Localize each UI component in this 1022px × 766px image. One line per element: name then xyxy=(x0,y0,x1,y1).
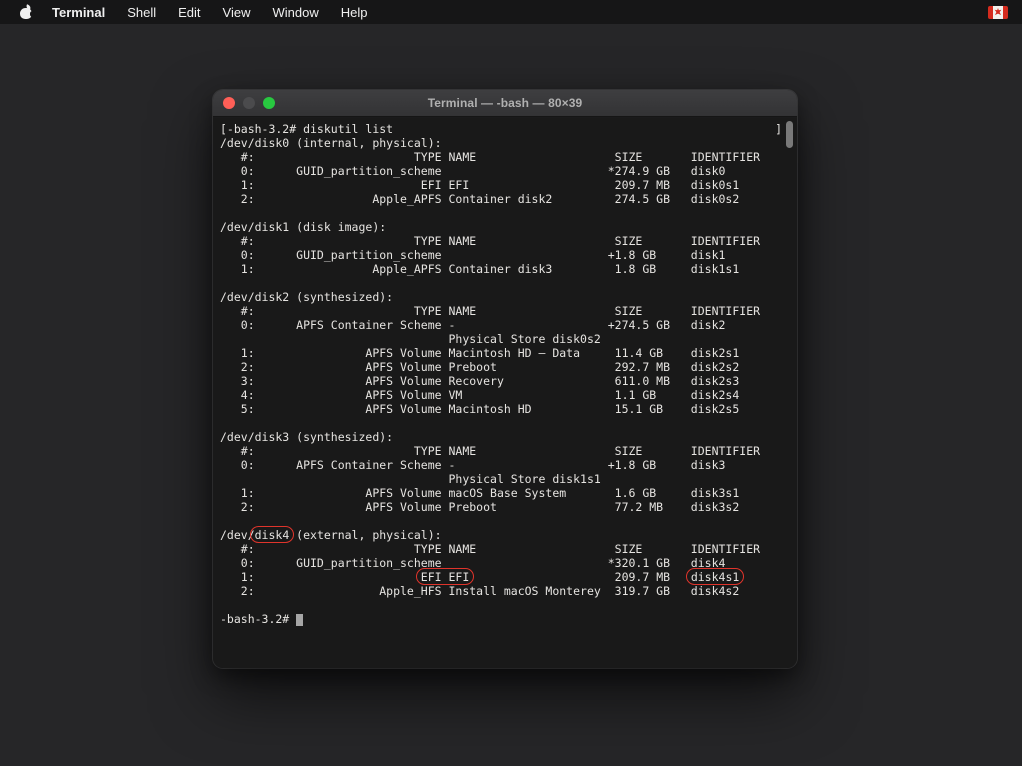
terminal-text: #: TYPE NAME SIZE IDENTIFIER xyxy=(220,234,760,248)
terminal-line xyxy=(220,206,797,220)
terminal-text: Physical Store disk0s2 xyxy=(220,332,601,346)
terminal-line: 2: Apple_HFS Install macOS Monterey 319.… xyxy=(220,584,797,598)
terminal-line: #: TYPE NAME SIZE IDENTIFIER xyxy=(220,150,797,164)
terminal-line: 2: Apple_APFS Container disk2 274.5 GB d… xyxy=(220,192,797,206)
terminal-line: Physical Store disk0s2 xyxy=(220,332,797,346)
terminal-line: 3: APFS Volume Recovery 611.0 MB disk2s3 xyxy=(220,374,797,388)
terminal-line: 2: APFS Volume Preboot 77.2 MB disk3s2 xyxy=(220,500,797,514)
terminal-text: /dev/disk2 (synthesized): xyxy=(220,290,393,304)
terminal-line: #: TYPE NAME SIZE IDENTIFIER xyxy=(220,304,797,318)
terminal-text: 0: APFS Container Scheme - +1.8 GB disk3 xyxy=(220,458,725,472)
terminal-text: Physical Store disk1s1 xyxy=(220,472,601,486)
close-button[interactable] xyxy=(223,97,235,109)
terminal-text: 1: APFS Volume Macintosh HD — Data 11.4 … xyxy=(220,346,739,360)
terminal-line xyxy=(220,416,797,430)
terminal-line: [-bash-3.2# diskutil list xyxy=(220,122,797,136)
menu-bar: Terminal Shell Edit View Window Help xyxy=(0,0,1022,24)
terminal-line: #: TYPE NAME SIZE IDENTIFIER xyxy=(220,542,797,556)
terminal-text: 5: APFS Volume Macintosh HD 15.1 GB disk… xyxy=(220,402,739,416)
terminal-cursor xyxy=(296,614,303,626)
terminal-window: Terminal — -bash — 80×39 [-bash-3.2# dis… xyxy=(213,90,797,668)
menu-item-shell[interactable]: Shell xyxy=(116,0,167,24)
window-title: Terminal — -bash — 80×39 xyxy=(428,96,583,110)
terminal-line: 1: EFI EFI 209.7 MB disk4s1 xyxy=(220,570,797,584)
terminal-line: Physical Store disk1s1 xyxy=(220,472,797,486)
terminal-text: (external, physical): xyxy=(289,528,441,542)
menu-item-view[interactable]: View xyxy=(212,0,262,24)
annotation-circle: disk4 xyxy=(255,528,290,542)
terminal-line: -bash-3.2# xyxy=(220,612,797,626)
traffic-lights xyxy=(223,90,275,116)
terminal-line: 0: GUID_partition_scheme *274.9 GB disk0 xyxy=(220,164,797,178)
terminal-line: 1: APFS Volume Macintosh HD — Data 11.4 … xyxy=(220,346,797,360)
terminal-text: /dev/disk0 (internal, physical): xyxy=(220,136,442,150)
terminal-text: 4: APFS Volume VM 1.1 GB disk2s4 xyxy=(220,388,739,402)
terminal-line: 4: APFS Volume VM 1.1 GB disk2s4 xyxy=(220,388,797,402)
terminal-line: #: TYPE NAME SIZE IDENTIFIER xyxy=(220,234,797,248)
terminal-text: 2: APFS Volume Preboot 77.2 MB disk3s2 xyxy=(220,500,739,514)
terminal-line: /dev/disk0 (internal, physical): xyxy=(220,136,797,150)
terminal-text: 0: GUID_partition_scheme *274.9 GB disk0 xyxy=(220,164,725,178)
terminal-line: 0: APFS Container Scheme - +1.8 GB disk3 xyxy=(220,458,797,472)
annotation-circle: EFI EFI xyxy=(421,570,469,584)
terminal-text: /dev/disk1 (disk image): xyxy=(220,220,386,234)
terminal-text: 2: Apple_HFS Install macOS Monterey 319.… xyxy=(220,584,739,598)
terminal-text: 209.7 MB xyxy=(469,570,691,584)
flag-middle xyxy=(993,6,1003,19)
terminal-text: 0: APFS Container Scheme - +274.5 GB dis… xyxy=(220,318,725,332)
canada-flag-icon[interactable] xyxy=(988,6,1008,19)
terminal-line: 0: GUID_partition_scheme *320.1 GB disk4 xyxy=(220,556,797,570)
terminal-text: 2: Apple_APFS Container disk2 274.5 GB d… xyxy=(220,192,739,206)
minimize-button[interactable] xyxy=(243,97,255,109)
zoom-button[interactable] xyxy=(263,97,275,109)
terminal-text: [-bash-3.2# diskutil list xyxy=(220,122,393,136)
terminal-line: /dev/disk3 (synthesized): xyxy=(220,430,797,444)
menu-item-help[interactable]: Help xyxy=(330,0,379,24)
terminal-text: 1: EFI EFI 209.7 MB disk0s1 xyxy=(220,178,739,192)
terminal-line: 5: APFS Volume Macintosh HD 15.1 GB disk… xyxy=(220,402,797,416)
scrollbar-thumb[interactable] xyxy=(786,121,793,148)
terminal-output: [-bash-3.2# diskutil list/dev/disk0 (int… xyxy=(220,122,797,626)
window-titlebar[interactable]: Terminal — -bash — 80×39 xyxy=(213,90,797,117)
terminal-text: 1: Apple_APFS Container disk3 1.8 GB dis… xyxy=(220,262,739,276)
terminal-text: #: TYPE NAME SIZE IDENTIFIER xyxy=(220,304,760,318)
menu-item-window[interactable]: Window xyxy=(262,0,330,24)
terminal-text: #: TYPE NAME SIZE IDENTIFIER xyxy=(220,150,760,164)
terminal-text: 1: APFS Volume macOS Base System 1.6 GB … xyxy=(220,486,739,500)
terminal-content[interactable]: [-bash-3.2# diskutil list/dev/disk0 (int… xyxy=(213,118,797,668)
terminal-line: /dev/disk1 (disk image): xyxy=(220,220,797,234)
terminal-text: 2: APFS Volume Preboot 292.7 MB disk2s2 xyxy=(220,360,739,374)
terminal-line xyxy=(220,276,797,290)
command-mark-bracket: ] xyxy=(775,122,782,136)
menu-item-edit[interactable]: Edit xyxy=(167,0,211,24)
terminal-line: 1: Apple_APFS Container disk3 1.8 GB dis… xyxy=(220,262,797,276)
terminal-line: /dev/disk4 (external, physical): xyxy=(220,528,797,542)
annotation-circle: disk4s1 xyxy=(691,570,739,584)
terminal-line: 2: APFS Volume Preboot 292.7 MB disk2s2 xyxy=(220,360,797,374)
terminal-text: #: TYPE NAME SIZE IDENTIFIER xyxy=(220,542,760,556)
terminal-line: 0: GUID_partition_scheme +1.8 GB disk1 xyxy=(220,248,797,262)
terminal-text: 1: xyxy=(220,570,421,584)
terminal-text: 3: APFS Volume Recovery 611.0 MB disk2s3 xyxy=(220,374,739,388)
terminal-line xyxy=(220,598,797,612)
terminal-text: 0: GUID_partition_scheme *320.1 GB disk4 xyxy=(220,556,725,570)
terminal-line: #: TYPE NAME SIZE IDENTIFIER xyxy=(220,444,797,458)
terminal-line: 1: EFI EFI 209.7 MB disk0s1 xyxy=(220,178,797,192)
terminal-line: 1: APFS Volume macOS Base System 1.6 GB … xyxy=(220,486,797,500)
apple-bite-shape xyxy=(30,11,36,17)
terminal-text: #: TYPE NAME SIZE IDENTIFIER xyxy=(220,444,760,458)
terminal-text: -bash-3.2# xyxy=(220,612,296,626)
terminal-text: /dev/disk3 (synthesized): xyxy=(220,430,393,444)
terminal-text: 0: GUID_partition_scheme +1.8 GB disk1 xyxy=(220,248,725,262)
terminal-text: /dev/ xyxy=(220,528,255,542)
flag-right-band xyxy=(1003,6,1008,19)
maple-leaf-icon xyxy=(994,8,1002,16)
apple-logo-icon[interactable] xyxy=(19,4,33,20)
terminal-line xyxy=(220,514,797,528)
terminal-line: /dev/disk2 (synthesized): xyxy=(220,290,797,304)
terminal-line: 0: APFS Container Scheme - +274.5 GB dis… xyxy=(220,318,797,332)
menu-item-terminal[interactable]: Terminal xyxy=(41,0,116,24)
